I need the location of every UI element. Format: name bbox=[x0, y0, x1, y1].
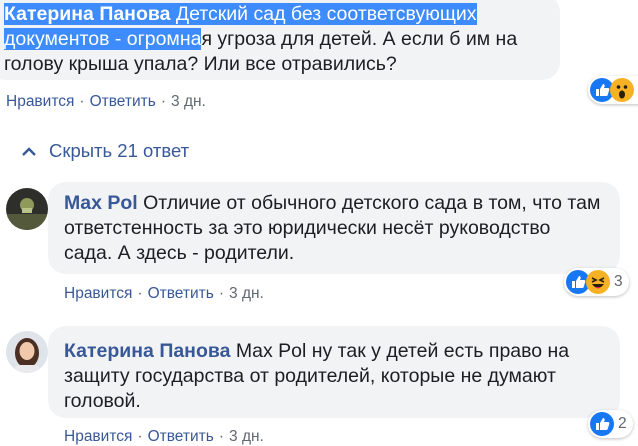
comment-author[interactable]: Катерина Панова bbox=[64, 340, 230, 362]
like-icon bbox=[590, 412, 614, 436]
like-button[interactable]: Нравится bbox=[64, 428, 132, 445]
hide-replies-label: Скрыть 21 ответ bbox=[49, 140, 190, 161]
comment-author[interactable]: Max Pol bbox=[64, 192, 138, 214]
haha-icon bbox=[586, 270, 610, 294]
comment-actions: Нравится · Ответить · 3 дн. bbox=[64, 285, 264, 302]
timestamp[interactable]: 3 дн. bbox=[229, 428, 264, 445]
comment-actions: Нравится · Ответить · 3 дн. bbox=[6, 93, 206, 110]
timestamp[interactable]: 3 дн. bbox=[229, 285, 264, 302]
avatar-image bbox=[6, 188, 48, 230]
reaction-count: 2 bbox=[618, 415, 627, 432]
wow-icon bbox=[610, 78, 634, 102]
comment-bubble: Катерина Панова Детский сад без соответс… bbox=[0, 0, 560, 80]
like-button[interactable]: Нравится bbox=[64, 285, 132, 302]
like-button[interactable]: Нравится bbox=[6, 93, 74, 110]
timestamp[interactable]: 3 дн. bbox=[171, 93, 206, 110]
reply-button[interactable]: Ответить bbox=[148, 428, 214, 445]
reply-button[interactable]: Ответить bbox=[90, 93, 156, 110]
comment-bubble: Катерина Панова Max Pol ну так у детей е… bbox=[48, 326, 620, 418]
avatar[interactable] bbox=[6, 188, 48, 230]
chevron-up-icon bbox=[22, 147, 36, 156]
comment-bubble: Max Pol Отличие от обычного детского сад… bbox=[48, 182, 620, 274]
comment-actions: Нравится · Ответить · 3 дн. bbox=[64, 428, 264, 445]
comment-text: Отличие от обычного детского сада в том,… bbox=[64, 192, 601, 264]
avatar-image bbox=[6, 331, 48, 373]
reactions-summary[interactable]: 6 bbox=[588, 76, 638, 104]
reactions-summary[interactable]: 3 bbox=[564, 268, 629, 296]
reaction-count: 3 bbox=[614, 273, 623, 290]
reactions-summary[interactable]: 2 bbox=[588, 410, 633, 438]
avatar[interactable] bbox=[6, 331, 48, 373]
hide-replies-link[interactable]: Скрыть 21 ответ bbox=[21, 140, 189, 162]
comment-author[interactable]: Катерина Панова bbox=[4, 3, 170, 25]
reply-button[interactable]: Ответить bbox=[148, 285, 214, 302]
